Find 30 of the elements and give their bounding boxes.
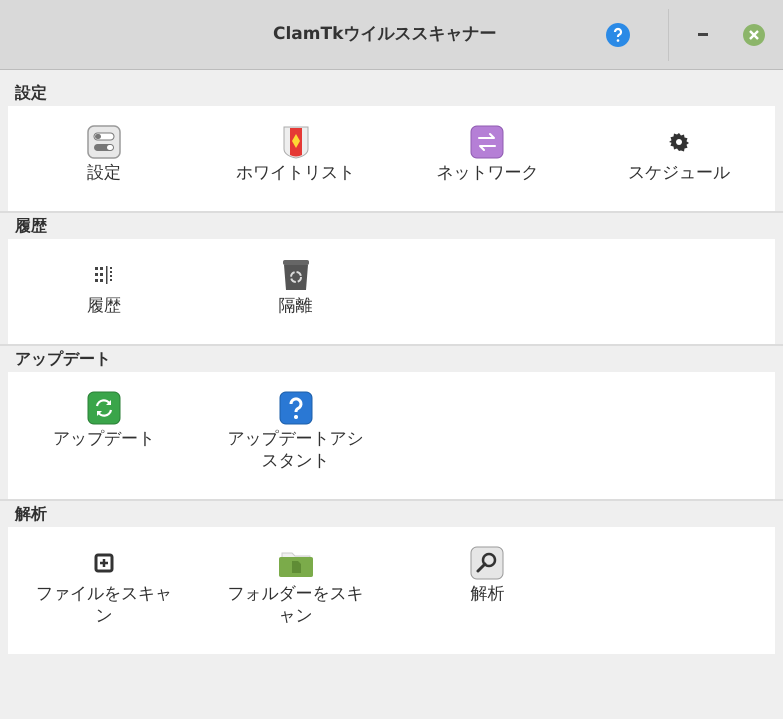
window-title: ClamTkウイルススキャナー bbox=[273, 22, 496, 46]
tool-item[interactable]: 隔離 bbox=[200, 257, 392, 317]
toggle-switches-icon bbox=[86, 125, 121, 159]
refresh-icon bbox=[86, 391, 121, 425]
plus-square-icon bbox=[94, 553, 114, 573]
tool-item[interactable]: アップデートアシスタント bbox=[200, 390, 392, 472]
tool-item[interactable]: 解析 bbox=[392, 545, 584, 627]
recycle-bin-icon bbox=[280, 258, 311, 292]
arrows-exchange-icon bbox=[470, 125, 504, 159]
question-mark-icon bbox=[278, 391, 313, 425]
minimize-icon bbox=[698, 32, 708, 36]
tool-item[interactable]: フォルダーをスキャン bbox=[200, 545, 392, 627]
close-button[interactable] bbox=[743, 24, 765, 46]
tool-item[interactable]: ホワイトリスト bbox=[200, 124, 392, 184]
help-button[interactable] bbox=[606, 22, 630, 46]
gear-icon bbox=[669, 132, 690, 152]
section-heading: 設定 bbox=[14, 82, 48, 104]
section-heading: 履歴 bbox=[14, 215, 48, 237]
close-icon bbox=[749, 30, 759, 40]
tool-item[interactable]: 設定 bbox=[8, 124, 200, 184]
tool-item[interactable]: ファイルをスキャン bbox=[8, 545, 200, 627]
magnifier-icon bbox=[470, 546, 504, 580]
shield-icon bbox=[282, 125, 310, 159]
tool-item[interactable]: スケジュール bbox=[583, 124, 775, 184]
dotted-columns-icon bbox=[94, 265, 114, 285]
section-heading: 解析 bbox=[14, 503, 48, 525]
section-heading: アップデート bbox=[14, 348, 112, 370]
tool-item[interactable]: ネットワーク bbox=[392, 124, 584, 184]
tool-item[interactable]: アップデート bbox=[8, 390, 200, 472]
tool-item[interactable]: 履歴 bbox=[8, 257, 200, 317]
